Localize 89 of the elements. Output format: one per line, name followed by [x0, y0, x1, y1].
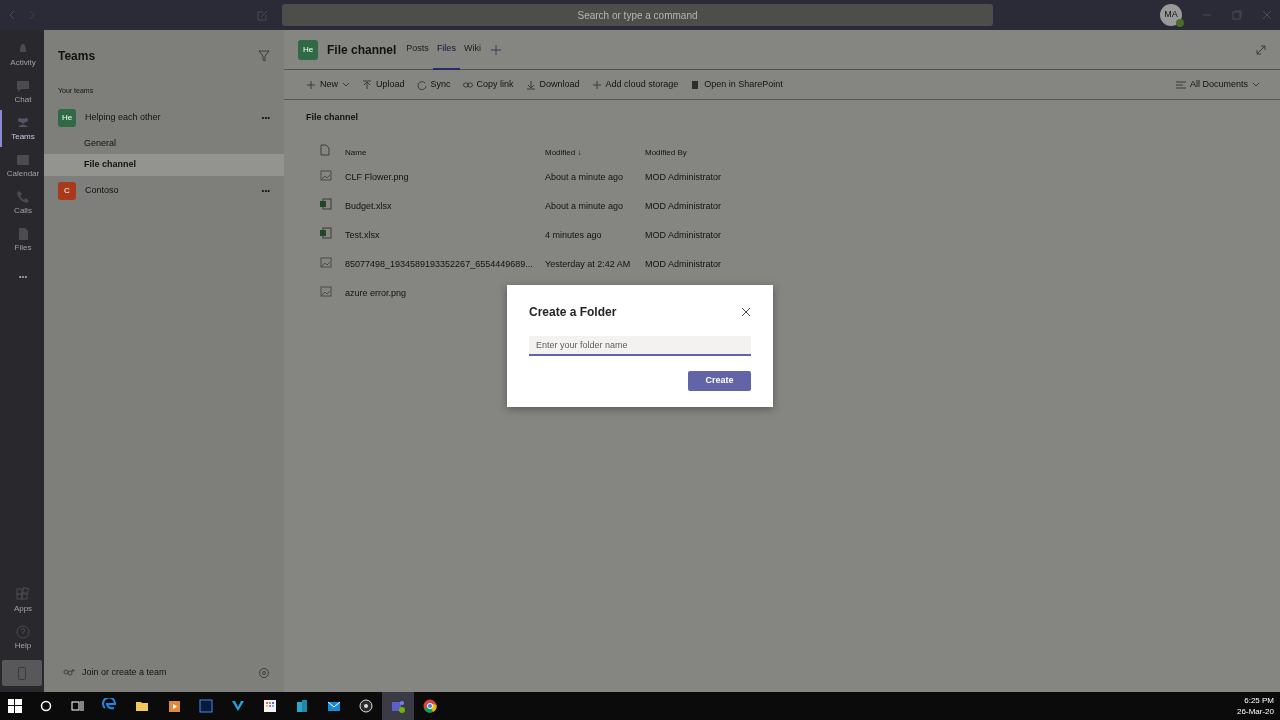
- modified-by: MOD Administrator: [645, 200, 722, 211]
- plus-icon: [591, 79, 602, 90]
- file-name[interactable]: Budget.xlsx: [345, 200, 392, 211]
- modified-by: MOD Administrator: [645, 258, 722, 269]
- column-header[interactable]: Name: [345, 147, 367, 159]
- toolbar-button[interactable]: Copy link: [456, 77, 520, 92]
- help-icon: [15, 623, 31, 640]
- clock-date[interactable]: 26-Mar-20: [1237, 706, 1274, 717]
- breadcrumb-text: File channel: [305, 111, 359, 124]
- toolbar-button[interactable]: Upload: [356, 77, 411, 92]
- phone-icon: [15, 188, 31, 205]
- player-icon: [166, 698, 182, 714]
- view-dropdown[interactable]: All Documents: [1169, 77, 1266, 92]
- expand-icon[interactable]: [1256, 44, 1266, 55]
- rail-item[interactable]: Files: [0, 221, 44, 258]
- more-options-button[interactable]: •••: [261, 184, 270, 197]
- people-add-icon: [62, 668, 75, 678]
- chrome-icon: [422, 698, 438, 714]
- close-icon[interactable]: [741, 307, 751, 317]
- rail-item[interactable]: Chat: [0, 73, 44, 110]
- file-name[interactable]: CLF Flower.png: [345, 171, 409, 182]
- toolbar-button[interactable]: New: [300, 77, 356, 92]
- spreadsheet-icon: [320, 226, 332, 239]
- circle-icon: [40, 700, 52, 712]
- more-options-button[interactable]: •••: [261, 111, 270, 124]
- grid-icon: [262, 698, 278, 714]
- modified-date: About a minute ago: [545, 171, 624, 182]
- record-icon: [358, 698, 374, 714]
- file-name[interactable]: Test.xlsx: [345, 229, 380, 240]
- download-icon: [525, 79, 536, 90]
- create-button[interactable]: Create: [688, 371, 751, 391]
- channel-title: File channel: [327, 41, 397, 59]
- toolbar-button[interactable]: Sync: [410, 77, 457, 92]
- channel-tab[interactable]: Files: [432, 29, 460, 70]
- sharepoint-icon: [690, 79, 701, 90]
- modified-date: Yesterday at 2:42 AM: [545, 258, 631, 269]
- sync-icon: [416, 79, 427, 90]
- dialog-title: Create a Folder: [529, 304, 617, 321]
- column-header[interactable]: Modified By: [645, 147, 687, 159]
- spreadsheet-icon: [320, 197, 332, 210]
- presence-icon: [1176, 19, 1184, 27]
- column-header[interactable]: Modified ↓: [545, 147, 582, 159]
- channel-item[interactable]: File channel: [44, 154, 284, 176]
- modified-by: MOD Administrator: [645, 229, 722, 240]
- channel-tab[interactable]: Posts: [402, 29, 433, 70]
- upload-icon: [362, 79, 372, 90]
- apps-icon: [15, 586, 31, 603]
- buildings-icon: [294, 698, 310, 714]
- chevron-down-icon: [1252, 81, 1260, 88]
- photo-editor-icon: [198, 698, 214, 714]
- clock-time[interactable]: 6:25 PM: [1244, 695, 1274, 706]
- link-icon: [462, 79, 473, 90]
- team-name[interactable]: Helping each other: [85, 110, 262, 125]
- toolbar-button[interactable]: Add cloud storage: [585, 77, 685, 92]
- channel-tab[interactable]: Wiki: [459, 29, 485, 70]
- more-button[interactable]: •••: [0, 258, 44, 295]
- task-view-icon: [71, 700, 85, 712]
- toolbar-button[interactable]: Download: [519, 77, 586, 92]
- team-name[interactable]: Contoso: [85, 183, 262, 198]
- file-name[interactable]: azure error.png: [345, 287, 407, 298]
- modified-date: 4 minutes ago: [545, 229, 602, 240]
- list-icon: [1175, 80, 1186, 89]
- rail-item[interactable]: Activity: [0, 36, 44, 73]
- file-icon: [320, 144, 330, 156]
- toolbar-button[interactable]: Open in SharePoint: [684, 77, 789, 92]
- image-file-icon: [320, 168, 332, 181]
- settings-icon[interactable]: [258, 667, 270, 679]
- team-avatar: C: [58, 181, 76, 200]
- image-file-icon: [320, 284, 332, 297]
- rail-item[interactable]: Calls: [0, 184, 44, 221]
- image-file-icon: [320, 255, 332, 268]
- plus-icon: [306, 79, 316, 90]
- phone-device-icon: [18, 666, 26, 680]
- modified-by: MOD Administrator: [645, 171, 722, 182]
- file-name[interactable]: 85077498_1934589193352267_6554449689...: [345, 258, 533, 269]
- modified-date: About a minute ago: [545, 200, 624, 211]
- team-avatar: He: [58, 108, 76, 127]
- filter-icon[interactable]: [258, 50, 270, 62]
- teams-app-icon: [390, 698, 406, 714]
- folder-name-field[interactable]: Enter your folder name: [529, 336, 751, 356]
- rail-item[interactable]: Apps: [0, 582, 44, 619]
- join-team-link[interactable]: Join or create a team: [82, 666, 258, 680]
- search-field[interactable]: Search or type a command: [282, 4, 993, 26]
- windows-icon: [8, 699, 22, 713]
- channel-item[interactable]: General: [44, 132, 284, 154]
- rail-item[interactable]: Calendar: [0, 147, 44, 184]
- channel-avatar: He: [298, 39, 318, 60]
- rail-item[interactable]: Help: [0, 619, 44, 656]
- panel-title: Teams: [58, 48, 97, 65]
